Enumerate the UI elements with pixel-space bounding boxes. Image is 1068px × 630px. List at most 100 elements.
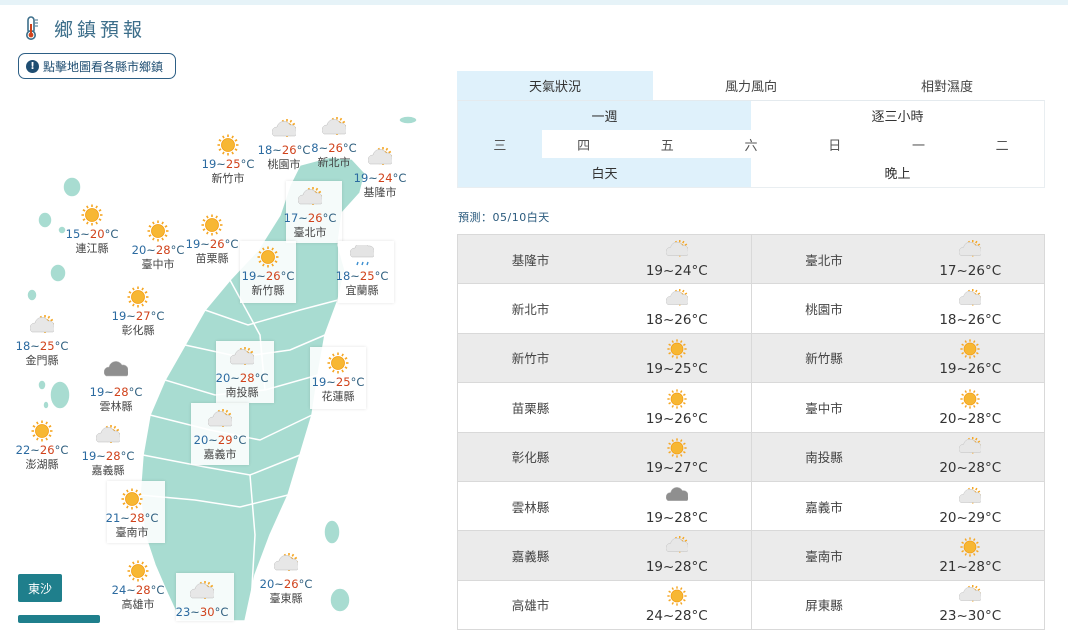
table-cell[interactable]: 彰化縣 19~27°C — [458, 433, 751, 481]
table-weather: 19~28°C — [603, 536, 751, 575]
period-night[interactable]: 晚上 — [751, 158, 1044, 187]
map-city-name: 基隆市 — [363, 186, 397, 199]
mode-week[interactable]: 一週 — [458, 101, 751, 130]
table-temp: 19~28°C — [645, 509, 708, 526]
page-title: 鄉鎮預報 — [54, 18, 147, 41]
tab-weather[interactable]: 天氣狀況 — [457, 71, 653, 100]
partly-cloudy-icon — [96, 425, 120, 443]
day-thu[interactable]: 四 — [542, 130, 626, 158]
thermometer-icon — [26, 16, 38, 40]
map-city-12[interactable]: 20~28°C 南投縣 — [202, 347, 282, 400]
table-weather: 20~28°C — [897, 388, 1045, 427]
rain-icon — [350, 245, 374, 266]
dongsha-label: 東沙 — [27, 581, 52, 596]
mode-hourly[interactable]: 逐三小時 — [751, 101, 1044, 130]
map-city-13[interactable]: 19~25°C 花蓮縣 — [298, 351, 378, 404]
table-cell[interactable]: 屏東縣 23~30°C — [750, 580, 1045, 630]
table-weather: 19~27°C — [603, 437, 751, 476]
map-city-18[interactable]: 21~28°C 臺南市 — [92, 487, 172, 540]
table-row: 新竹市 19~25°C 新竹縣 19~26°C — [458, 333, 1045, 384]
day-sun[interactable]: 日 — [793, 130, 877, 158]
map-city-3[interactable]: 19~24°C 基隆市 — [340, 147, 420, 200]
table-temp: 19~26°C — [939, 361, 1002, 378]
partly-cloudy-icon — [959, 289, 982, 306]
period-day[interactable]: 白天 — [458, 158, 751, 187]
table-row: 高雄市 24~28°C 屏東縣 23~30°C — [458, 580, 1045, 630]
table-temp: 18~26°C — [645, 312, 708, 329]
table-cell[interactable]: 嘉義縣 19~28°C — [458, 531, 751, 579]
sunny-icon — [667, 339, 687, 360]
table-cell[interactable]: 臺北市 17~26°C — [750, 235, 1045, 284]
partly-cloudy-icon — [230, 347, 254, 365]
table-row: 雲林縣 19~28°C 嘉義市 20~29°C — [458, 481, 1045, 532]
map-city-17[interactable]: 19~28°C 嘉義縣 — [68, 425, 148, 478]
partly-cloudy-icon — [274, 553, 298, 571]
sunny-icon — [201, 214, 223, 236]
cloudy-icon — [665, 486, 688, 501]
table-city-name: 嘉義縣 — [511, 549, 550, 565]
taiwan-map[interactable]: 19~25°C 新竹市 18~26°C 桃園市 8~26°C 新北市 19~24°C 基隆市 1… — [0, 95, 440, 621]
map-city-8[interactable]: 19~26°C 新竹縣 — [228, 245, 308, 298]
map-city-11[interactable]: 18~25°C 金門縣 — [2, 315, 82, 368]
day-fri[interactable]: 五 — [625, 130, 709, 158]
map-city-temp: 19~24°C — [353, 171, 407, 185]
table-weather: 19~25°C — [603, 338, 751, 377]
table-city-name: 嘉義市 — [805, 499, 843, 515]
table-city-name: 苗栗縣 — [511, 400, 550, 416]
table-cell[interactable]: 桃園市 18~26°C — [750, 284, 1045, 333]
table-cell[interactable]: 新竹縣 19~26°C — [750, 333, 1045, 383]
map-city-name: 新竹縣 — [251, 284, 285, 297]
sunny-icon — [127, 560, 149, 582]
table-weather: 17~26°C — [897, 239, 1045, 279]
map-hint-button[interactable]: ! 點擊地圖看各縣市鄉鎮 — [18, 53, 176, 79]
table-cell[interactable]: 臺中市 20~28°C — [750, 383, 1045, 432]
table-cell[interactable]: 基隆市 19~24°C — [458, 235, 751, 283]
map-city-9[interactable]: 18~25°C 宜蘭縣 — [322, 245, 402, 298]
table-cell[interactable]: 苗栗縣 19~26°C — [458, 383, 751, 431]
table-city-name: 屏東縣 — [805, 598, 843, 614]
map-city-10[interactable]: 19~27°C 彰化縣 — [98, 285, 178, 338]
table-temp: 19~24°C — [645, 262, 708, 279]
table-city-name: 雲林縣 — [511, 499, 550, 515]
sunny-icon — [147, 220, 169, 242]
sunny-icon — [667, 389, 687, 409]
table-cell[interactable]: 臺南市 21~28°C — [750, 531, 1045, 580]
table-temp: 20~28°C — [939, 410, 1002, 427]
map-city-temp: 23~30°C — [175, 605, 229, 619]
day-tue[interactable]: 二 — [960, 130, 1044, 158]
map-city-4[interactable]: 17~26°C 臺北市 — [270, 187, 350, 240]
map-city-20[interactable]: 20~26°C 臺東縣 — [246, 553, 326, 606]
table-temp: 19~25°C — [645, 361, 708, 378]
map-city-name: 臺北市 — [293, 226, 327, 239]
table-cell[interactable]: 高雄市 24~28°C — [458, 581, 751, 629]
day-selector: 三 四 五 六 日 一 二 — [457, 130, 1045, 158]
table-weather: 19~24°C — [603, 239, 751, 279]
table-cell[interactable]: 南投縣 20~28°C — [750, 432, 1045, 481]
map-city-14[interactable]: 19~28°C 雲林縣 — [76, 361, 156, 414]
more-button[interactable] — [18, 615, 100, 623]
map-city-name: 嘉義縣 — [91, 464, 125, 477]
day-sat[interactable]: 六 — [709, 130, 793, 158]
sunny-icon — [127, 286, 149, 308]
map-city-21[interactable]: 23~30°C — [162, 581, 242, 619]
table-cell[interactable]: 嘉義市 20~29°C — [750, 481, 1045, 531]
table-cell[interactable]: 新北市 18~26°C — [458, 284, 751, 332]
map-city-15[interactable]: 20~29°C 嘉義市 — [180, 409, 260, 462]
tab-humidity[interactable]: 相對濕度 — [849, 71, 1045, 100]
map-city-temp: 20~29°C — [193, 433, 247, 447]
map-city-name: 金門縣 — [25, 354, 59, 367]
info-icon: ! — [26, 59, 39, 73]
dongsha-button[interactable]: 東沙 — [18, 574, 62, 602]
map-city-temp: 18~25°C — [15, 339, 69, 353]
day-wed[interactable]: 三 — [458, 130, 542, 158]
table-weather: 23~30°C — [897, 585, 1045, 624]
table-cell[interactable]: 新竹市 19~25°C — [458, 334, 751, 382]
table-cell[interactable]: 雲林縣 19~28°C — [458, 482, 751, 530]
map-city-temp: 19~27°C — [111, 309, 165, 323]
table-row: 基隆市 19~24°C 臺北市 17~26°C — [458, 235, 1045, 285]
map-city-name: 嘉義市 — [203, 448, 237, 461]
table-row: 新北市 18~26°C 桃園市 18~26°C — [458, 284, 1045, 334]
tab-wind[interactable]: 風力風向 — [653, 71, 849, 100]
map-city-name: 臺南市 — [115, 526, 149, 539]
day-mon[interactable]: 一 — [877, 130, 961, 158]
